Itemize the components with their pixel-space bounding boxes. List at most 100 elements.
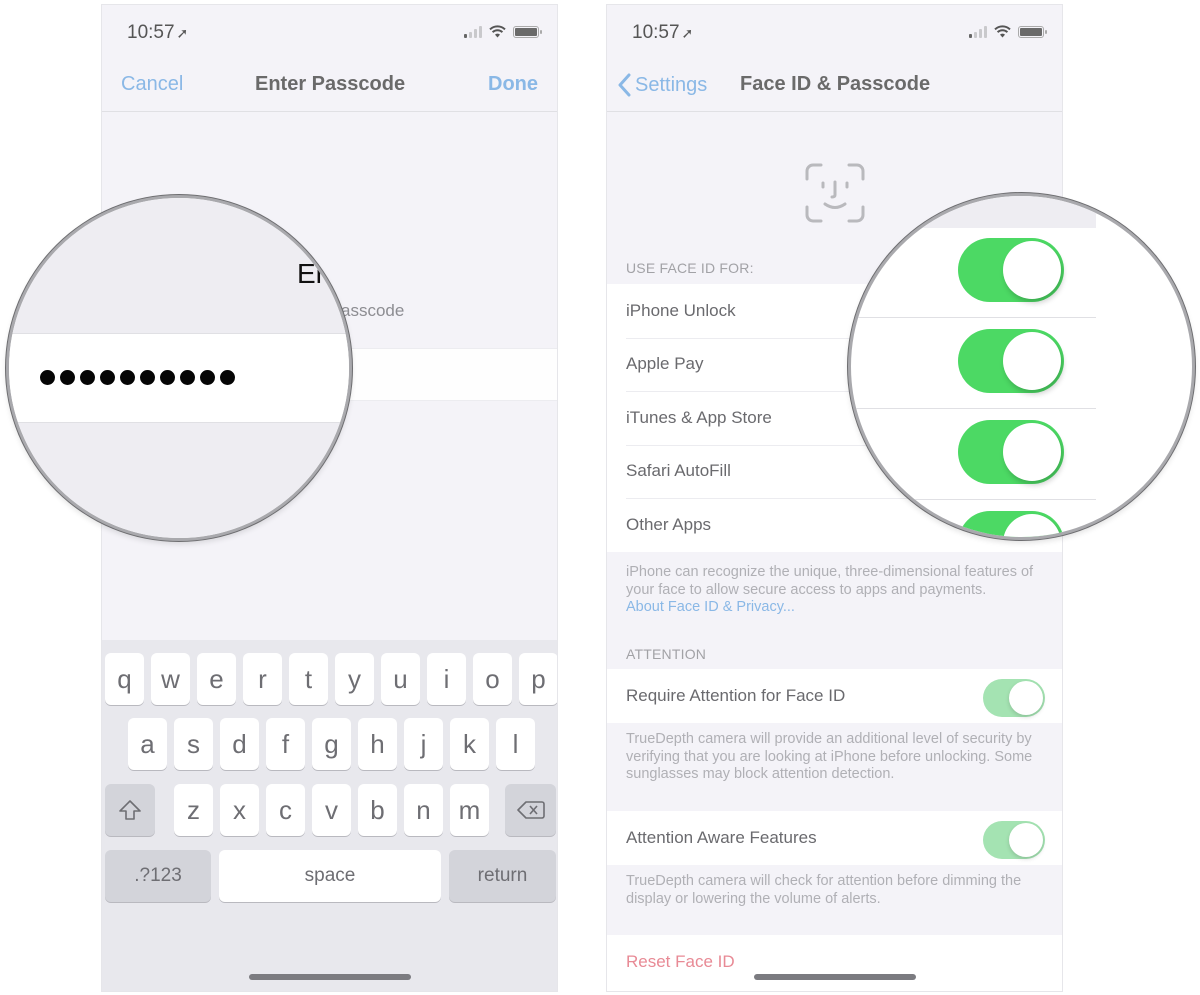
key-o[interactable]: o [473,653,512,705]
key-b[interactable]: b [358,784,397,836]
status-bar: 10:57 ➚ [607,5,1062,60]
navigation-bar: Settings Face ID & Passcode [607,60,1062,112]
keyboard-row-4: .?123 space return [102,850,557,902]
key-p[interactable]: p [519,653,557,705]
toggle-knob [1003,332,1061,390]
cancel-button[interactable]: Cancel [121,73,183,96]
navigation-bar: Cancel Enter Passcode Done [102,60,557,112]
key-s[interactable]: s [174,718,213,770]
face-id-option-label: iTunes & App Store [626,407,772,427]
reset-face-id-label: Reset Face ID [626,951,735,971]
passcode-dot [100,370,115,385]
signal-icon [969,25,987,38]
wifi-icon [489,25,506,38]
page-title: Face ID & Passcode [740,73,931,95]
magnified-lower-area [9,423,349,538]
passcode-hint-text: asscode [341,301,405,320]
key-y[interactable]: y [335,653,374,705]
passcode-dot [40,370,55,385]
require-attention-cell: Require Attention for Face ID [607,669,1062,723]
key-f[interactable]: f [266,718,305,770]
attention-aware-label: Attention Aware Features [626,827,817,847]
magnifier-passcode: Er [6,195,352,541]
return-key[interactable]: return [449,850,556,902]
key-e[interactable]: e [197,653,236,705]
face-id-option-label: iPhone Unlock [626,300,736,320]
key-c[interactable]: c [266,784,305,836]
separator [851,499,1096,500]
location-arrow-icon: ➚ [176,25,189,41]
magnified-title-fragment: Er [297,258,325,289]
toggle-itunes-app-store[interactable] [958,420,1064,484]
battery-icon [513,25,542,38]
done-button[interactable]: Done [488,73,538,96]
key-t[interactable]: t [289,653,328,705]
use-face-id-header: USE FACE ID FOR: [626,260,754,276]
passcode-dot [80,370,95,385]
key-z[interactable]: z [174,784,213,836]
toggle-knob [1003,423,1061,481]
key-h[interactable]: h [358,718,397,770]
space-key[interactable]: space [219,850,441,902]
key-l[interactable]: l [496,718,535,770]
home-indicator [753,974,916,980]
require-attention-footer: TrueDepth camera will provide an additio… [626,731,1033,782]
location-arrow-icon: ➚ [681,25,694,41]
attention-aware-group: Attention Aware Features [607,811,1062,865]
passcode-dot [140,370,155,385]
delete-backspace-icon [516,801,545,819]
key-w[interactable]: w [151,653,190,705]
reset-face-id-button[interactable]: Reset Face ID [607,935,1062,989]
key-u[interactable]: u [381,653,420,705]
attention-aware-footer: TrueDepth camera will check for attentio… [626,873,1022,907]
key-q[interactable]: q [105,653,144,705]
passcode-dot [120,370,135,385]
wifi-icon [994,25,1011,38]
attention-header: ATTENTION [626,646,707,662]
key-a[interactable]: a [128,718,167,770]
key-k[interactable]: k [450,718,489,770]
require-attention-toggle[interactable] [983,679,1045,717]
delete-key[interactable] [505,784,556,836]
key-n[interactable]: n [404,784,443,836]
attention-aware-toggle[interactable] [983,821,1045,859]
magnified-passcode-field[interactable] [9,333,349,423]
key-r[interactable]: r [243,653,282,705]
numbers-key[interactable]: .?123 [105,850,211,902]
back-button[interactable]: Settings [617,73,707,97]
toggle-knob [1003,241,1061,299]
key-v[interactable]: v [312,784,351,836]
keyboard-row-2: asdfghjkl [102,718,557,770]
key-m[interactable]: m [450,784,489,836]
battery-icon [1018,25,1047,38]
keyboard: qwertyuiop asdfghjkl zxcvbnm .?123 space… [102,640,557,991]
separator [851,408,1096,409]
passcode-dots [40,370,235,385]
toggle-knob [1003,514,1061,537]
reset-group: Reset Face ID [607,935,1062,991]
status-icons [969,25,1047,38]
toggle-iphone-unlock[interactable] [958,238,1064,302]
back-label: Settings [635,73,708,96]
keyboard-row-3: zxcvbnm [102,784,557,836]
key-d[interactable]: d [220,718,259,770]
toggle-safari-autofill[interactable] [958,511,1064,537]
status-icons [464,25,542,38]
key-j[interactable]: j [404,718,443,770]
about-face-id-privacy-link[interactable]: About Face ID & Privacy... [626,599,1042,617]
key-i[interactable]: i [427,653,466,705]
time-text: 10:57 [632,22,680,43]
toggle-apple-pay[interactable] [958,329,1064,393]
passcode-dot [160,370,175,385]
face-id-option-label: Safari AutoFill [626,461,731,481]
shift-key[interactable] [105,784,155,836]
status-time: 10:57 ➚ [632,22,693,44]
face-id-footer-text: iPhone can recognize the unique, three-d… [626,564,1034,598]
key-g[interactable]: g [312,718,351,770]
face-id-footer: iPhone can recognize the unique, three-d… [626,564,1042,617]
shift-icon [119,800,141,820]
passcode-dot [180,370,195,385]
status-bar: 10:57 ➚ [102,5,557,60]
passcode-dot [200,370,215,385]
key-x[interactable]: x [220,784,259,836]
